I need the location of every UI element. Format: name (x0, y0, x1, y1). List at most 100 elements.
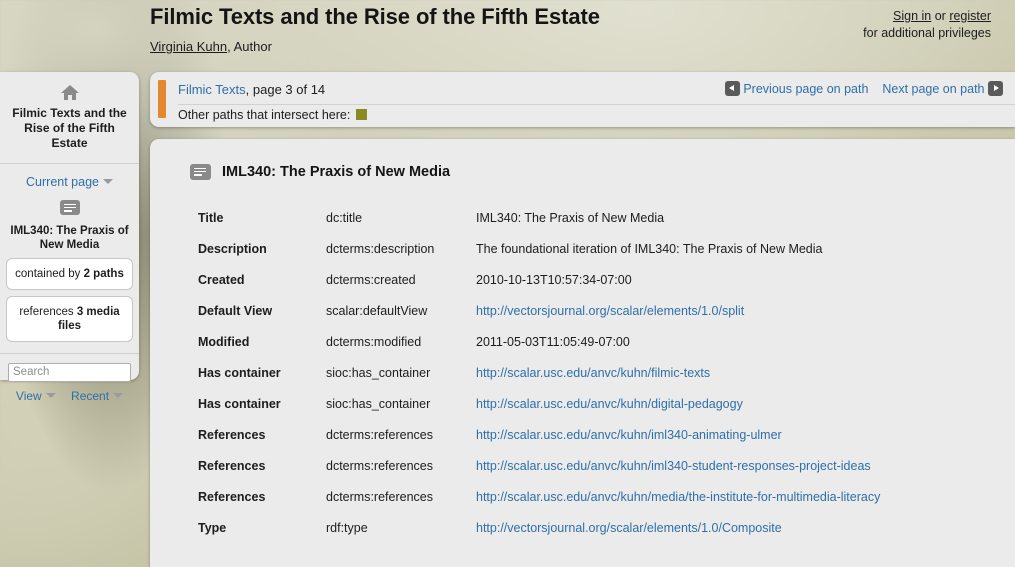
table-row: References dcterms:references http://scala… (198, 428, 880, 459)
intersect-path-swatch[interactable] (356, 109, 368, 120)
page-icon (190, 164, 211, 180)
path-accent-bar (158, 80, 166, 118)
table-row: Default View scalar:defaultView http://vec… (198, 304, 880, 335)
table-row: Description dcterms:description The founda… (198, 242, 880, 273)
path-navigation: Previous page on path Next page on path (724, 81, 1003, 96)
metadata-value-text: 2011-05-03T11:05:49-07:00 (476, 335, 630, 349)
author-role: , Author (227, 39, 272, 54)
current-page-label: Current page (26, 175, 99, 189)
sign-in-link[interactable]: Sign in (893, 9, 931, 23)
metadata-predicate: dcterms:references (326, 490, 433, 504)
metadata-label: Has container (198, 397, 281, 411)
register-link[interactable]: register (949, 9, 991, 23)
metadata-value-link[interactable]: http://scalar.usc.edu/anvc/kuhn/iml340-a… (476, 428, 782, 442)
references-media-button[interactable]: references 3 media files (6, 296, 133, 342)
sidebar-page-icon-wrap (0, 200, 139, 220)
metadata-value-text: IML340: The Praxis of New Media (476, 211, 665, 225)
page-icon (59, 200, 80, 215)
metadata-value-cell: 2011-05-03T11:05:49-07:00 (476, 335, 880, 366)
chevron-down-icon (102, 179, 113, 184)
sidebar-book-title: Filmic Texts and the Rise of the Fifth E… (12, 106, 127, 150)
next-page-label: Next page on path (882, 82, 985, 96)
intersect-row: Other paths that intersect here: (178, 108, 368, 122)
page-position: , page 3 of 14 (245, 82, 326, 97)
metadata-value-cell: http://scalar.usc.edu/anvc/kuhn/media/th… (476, 490, 880, 521)
or-text: or (931, 9, 950, 23)
chevron-right-icon (988, 81, 1003, 96)
recent-dropdown[interactable]: Recent (71, 388, 124, 403)
search-input[interactable] (8, 362, 131, 382)
metadata-predicate: dcterms:modified (326, 335, 422, 349)
table-row: Has container sioc:has_container http://sc… (198, 366, 880, 397)
chevron-left-icon (724, 81, 740, 96)
contained-by-button[interactable]: contained by 2 paths (6, 258, 133, 290)
metadata-value-link[interactable]: http://scalar.usc.edu/anvc/kuhn/media/th… (476, 490, 880, 504)
metadata-table: Title dc:title IML340: The Praxis of New M… (198, 211, 880, 552)
metadata-predicate: dcterms:description (326, 242, 435, 256)
sidebar-view-links: View Recent (8, 389, 131, 403)
metadata-value-cell: http://vectorsjournal.org/scalar/element… (476, 304, 880, 335)
sidebar-search-section: View Recent (0, 354, 139, 410)
metadata-table-body: Title dc:title IML340: The Praxis of New M… (198, 211, 880, 552)
intersect-label: Other paths that intersect here: (178, 108, 351, 122)
metadata-predicate: sioc:has_container (326, 366, 431, 380)
chevron-down-icon (45, 392, 56, 398)
metadata-label: Description (198, 242, 267, 256)
previous-page-label: Previous page on path (743, 82, 869, 96)
table-row: Type rdf:type http://vectorsjournal.org/sc… (198, 521, 880, 552)
sidebar-book-section[interactable]: Filmic Texts and the Rise of the Fifth E… (0, 72, 139, 163)
contained-by-prefix: contained by (15, 268, 84, 280)
table-row: Has container sioc:has_container http://sc… (198, 397, 880, 428)
metadata-value-link[interactable]: http://scalar.usc.edu/anvc/kuhn/filmic-t… (476, 366, 710, 380)
author-link[interactable]: Virginia Kuhn (150, 39, 227, 54)
content-panel: IML340: The Praxis of New Media Title dc:… (150, 139, 1015, 567)
metadata-value-link[interactable]: http://vectorsjournal.org/scalar/element… (476, 521, 782, 535)
metadata-label: Modified (198, 335, 250, 349)
byline: Virginia Kuhn, Author (150, 39, 272, 54)
metadata-value-link[interactable]: http://scalar.usc.edu/anvc/kuhn/iml340-s… (476, 459, 871, 473)
sidebar: Filmic Texts and the Rise of the Fifth E… (0, 72, 139, 403)
metadata-label: References (198, 428, 266, 442)
table-row: References dcterms:references http://scala… (198, 490, 880, 521)
metadata-predicate: rdf:type (326, 521, 368, 535)
metadata-label: Has container (198, 366, 281, 380)
references-prefix: references (19, 306, 77, 318)
metadata-value-link[interactable]: http://scalar.usc.edu/anvc/kuhn/digital-… (476, 397, 743, 411)
view-label: View (15, 388, 42, 403)
recent-label: Recent (71, 388, 110, 403)
signin-block: Sign in or register for additional privi… (863, 8, 991, 42)
current-page-dropdown[interactable]: Current page (0, 164, 139, 195)
metadata-value-cell: http://scalar.usc.edu/anvc/kuhn/filmic-t… (476, 366, 880, 397)
page-title: Filmic Texts and the Rise of the Fifth E… (150, 4, 600, 29)
sidebar-current-page-name: IML340: The Praxis of New Media (10, 225, 129, 251)
content-header: IML340: The Praxis of New Media (190, 164, 450, 180)
previous-page-link[interactable]: Previous page on path (724, 81, 869, 96)
breadcrumb: Filmic Texts, page 3 of 14 (178, 82, 325, 97)
metadata-label: Created (198, 273, 245, 287)
breadcrumb-panel: Filmic Texts, page 3 of 14 Other paths t… (150, 72, 1015, 127)
page-header: Filmic Texts and the Rise of the Fifth E… (0, 0, 1015, 72)
metadata-predicate: dcterms:created (326, 273, 416, 287)
table-row: Created dcterms:created 2010-10-13T10:57:3… (198, 273, 880, 304)
metadata-value-cell: http://scalar.usc.edu/anvc/kuhn/iml340-s… (476, 459, 880, 490)
contained-by-count: 2 paths (83, 268, 124, 280)
next-page-link[interactable]: Next page on path (882, 81, 1003, 96)
metadata-predicate: scalar:defaultView (326, 304, 428, 318)
metadata-predicate: dcterms:references (326, 428, 433, 442)
table-row: References dcterms:references http://scala… (198, 459, 880, 490)
metadata-value-cell: http://vectorsjournal.org/scalar/element… (476, 521, 880, 552)
metadata-label: Type (198, 521, 227, 535)
metadata-label: Default View (198, 304, 273, 318)
metadata-predicate: sioc:has_container (326, 397, 431, 411)
metadata-predicate: dc:title (326, 211, 363, 225)
metadata-value-link[interactable]: http://vectorsjournal.org/scalar/element… (476, 304, 744, 318)
metadata-value-text: 2010-10-13T10:57:34-07:00 (476, 273, 632, 287)
path-link[interactable]: Filmic Texts (178, 82, 246, 97)
home-icon (60, 85, 79, 100)
view-dropdown[interactable]: View (16, 389, 56, 403)
chevron-down-icon (113, 392, 124, 398)
metadata-value-cell: 2010-10-13T10:57:34-07:00 (476, 273, 880, 304)
table-row: Title dc:title IML340: The Praxis of New M… (198, 211, 880, 242)
metadata-value-cell: IML340: The Praxis of New Media (476, 211, 880, 242)
metadata-value-cell: The foundational iteration of IML340: Th… (476, 242, 880, 273)
